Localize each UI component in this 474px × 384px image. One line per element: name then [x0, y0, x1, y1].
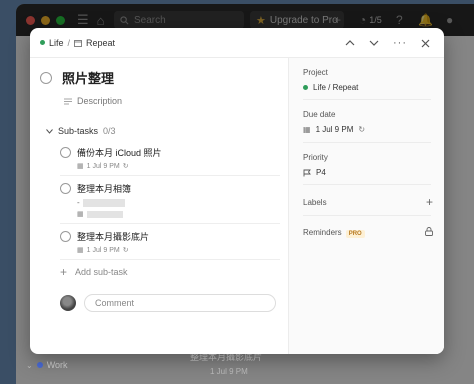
- comment-input[interactable]: [84, 294, 276, 312]
- subtask-title: 備份本月 iCloud 照片: [77, 148, 162, 158]
- subtask-list: 備份本月 iCloud 照片 ▦ 1 Jul 9 PM ↻ 整理本月相簿 - ▦: [60, 140, 280, 260]
- close-icon[interactable]: [421, 39, 430, 48]
- modal-header: Life / Repeat ···: [30, 28, 444, 58]
- section-icon: [74, 39, 82, 47]
- project-dot-icon: [40, 40, 45, 45]
- chevron-up-icon[interactable]: [345, 40, 355, 46]
- add-subtask-button[interactable]: + Add sub-task: [60, 265, 128, 279]
- subtask-note: -: [77, 198, 280, 207]
- subtasks-count: 0/3: [103, 126, 116, 136]
- calendar-icon: ▦: [303, 125, 311, 134]
- description-icon: [64, 98, 72, 104]
- project-value-row: Life / Repeat: [303, 83, 433, 92]
- repeat-icon: ↻: [122, 163, 129, 170]
- divider: [303, 142, 431, 143]
- divider: [303, 99, 431, 100]
- priority-label: Priority: [303, 153, 328, 162]
- reminders-label-row: Reminders PRO: [303, 222, 365, 240]
- due-date-label: Due date: [303, 110, 336, 119]
- project-section[interactable]: Project Life / Repeat: [303, 68, 433, 92]
- subtask-item[interactable]: 整理本月攝影底片 ▦ 1 Jul 9 PM ↻: [60, 224, 280, 260]
- repeat-icon: ↻: [122, 247, 129, 254]
- description-field[interactable]: Description: [64, 96, 122, 106]
- subtask-item[interactable]: 整理本月相簿 - ▦: [60, 176, 280, 224]
- due-date-value-row: ▦ 1 Jul 9 PM ↻: [303, 125, 433, 134]
- subtask-title: 整理本月攝影底片: [77, 232, 150, 242]
- reminders-label: Reminders: [303, 228, 342, 237]
- subtask-checkbox[interactable]: [60, 147, 71, 158]
- subtask-checkbox[interactable]: [60, 231, 71, 242]
- plus-icon: +: [60, 265, 68, 279]
- redacted-text: [86, 210, 123, 218]
- breadcrumb: Life / Repeat: [40, 38, 115, 48]
- header-actions: ···: [345, 28, 430, 58]
- priority-value: P4: [316, 168, 326, 177]
- project-value: Life / Repeat: [313, 83, 359, 92]
- comment-row: [60, 294, 276, 312]
- work-label: Work: [46, 360, 68, 370]
- pro-badge: PRO: [345, 230, 365, 238]
- lock-icon: [425, 226, 433, 236]
- calendar-icon: ▦: [77, 211, 84, 218]
- project-label: Project: [303, 68, 328, 77]
- chevron-down-icon[interactable]: [369, 40, 379, 46]
- breadcrumb-section[interactable]: Repeat: [86, 38, 115, 48]
- calendar-icon: ▦: [77, 163, 84, 170]
- chevron-down-icon: ⌄: [26, 360, 33, 370]
- task-side-panel: Project Life / Repeat Due date ▦ 1 Jul 9…: [288, 58, 444, 354]
- background-task-date: 1 Jul 9 PM: [210, 367, 248, 376]
- subtask-checkbox[interactable]: [60, 183, 71, 194]
- task-title-row: 照片整理: [40, 68, 114, 87]
- priority-section[interactable]: Priority P4: [303, 153, 433, 177]
- breadcrumb-project[interactable]: Life: [49, 38, 64, 48]
- flag-icon: [303, 169, 311, 176]
- subtask-title: 整理本月相簿: [77, 184, 132, 194]
- breadcrumb-separator: /: [67, 37, 71, 48]
- add-subtask-label: Add sub-task: [75, 267, 128, 277]
- redacted-text: [82, 198, 125, 207]
- due-date-value: 1 Jul 9 PM: [315, 125, 354, 134]
- subtasks-label: Sub-tasks: [58, 126, 99, 136]
- task-title[interactable]: 照片整理: [62, 68, 114, 87]
- subtasks-header[interactable]: Sub-tasks 0/3: [46, 126, 116, 136]
- repeat-icon: ↻: [358, 125, 366, 134]
- add-label-icon[interactable]: +: [426, 195, 433, 209]
- subtask-date: 1 Jul 9 PM: [86, 246, 120, 254]
- avatar: [60, 295, 76, 311]
- priority-value-row: P4: [303, 168, 433, 177]
- project-dot-icon: [36, 362, 43, 368]
- divider: [303, 184, 431, 185]
- labels-label: Labels: [303, 197, 327, 207]
- more-options-icon[interactable]: ···: [393, 37, 407, 49]
- reminders-section[interactable]: Reminders PRO: [303, 222, 433, 240]
- divider: [303, 215, 431, 216]
- subtask-date: 1 Jul 9 PM: [86, 162, 120, 170]
- subtask-due: ▦ 1 Jul 9 PM ↻: [77, 246, 280, 255]
- project-dot-icon: [303, 85, 308, 90]
- subtask-note-text: -: [77, 198, 80, 207]
- subtask-item[interactable]: 備份本月 iCloud 照片 ▦ 1 Jul 9 PM ↻: [60, 140, 280, 176]
- subtask-due: ▦ 1 Jul 9 PM ↻: [77, 162, 280, 171]
- due-date-section[interactable]: Due date ▦ 1 Jul 9 PM ↻: [303, 110, 433, 134]
- subtask-due: ▦: [77, 210, 280, 218]
- calendar-icon: ▦: [77, 247, 84, 254]
- labels-section[interactable]: Labels +: [303, 195, 433, 209]
- description-placeholder: Description: [77, 96, 123, 106]
- complete-task-checkbox[interactable]: [40, 71, 52, 84]
- chevron-down-icon: [46, 128, 53, 134]
- task-detail-modal: Life / Repeat ··· 照片整理 Description Sub-t…: [30, 28, 444, 354]
- sidebar-item-work[interactable]: ⌄ Work: [26, 360, 68, 370]
